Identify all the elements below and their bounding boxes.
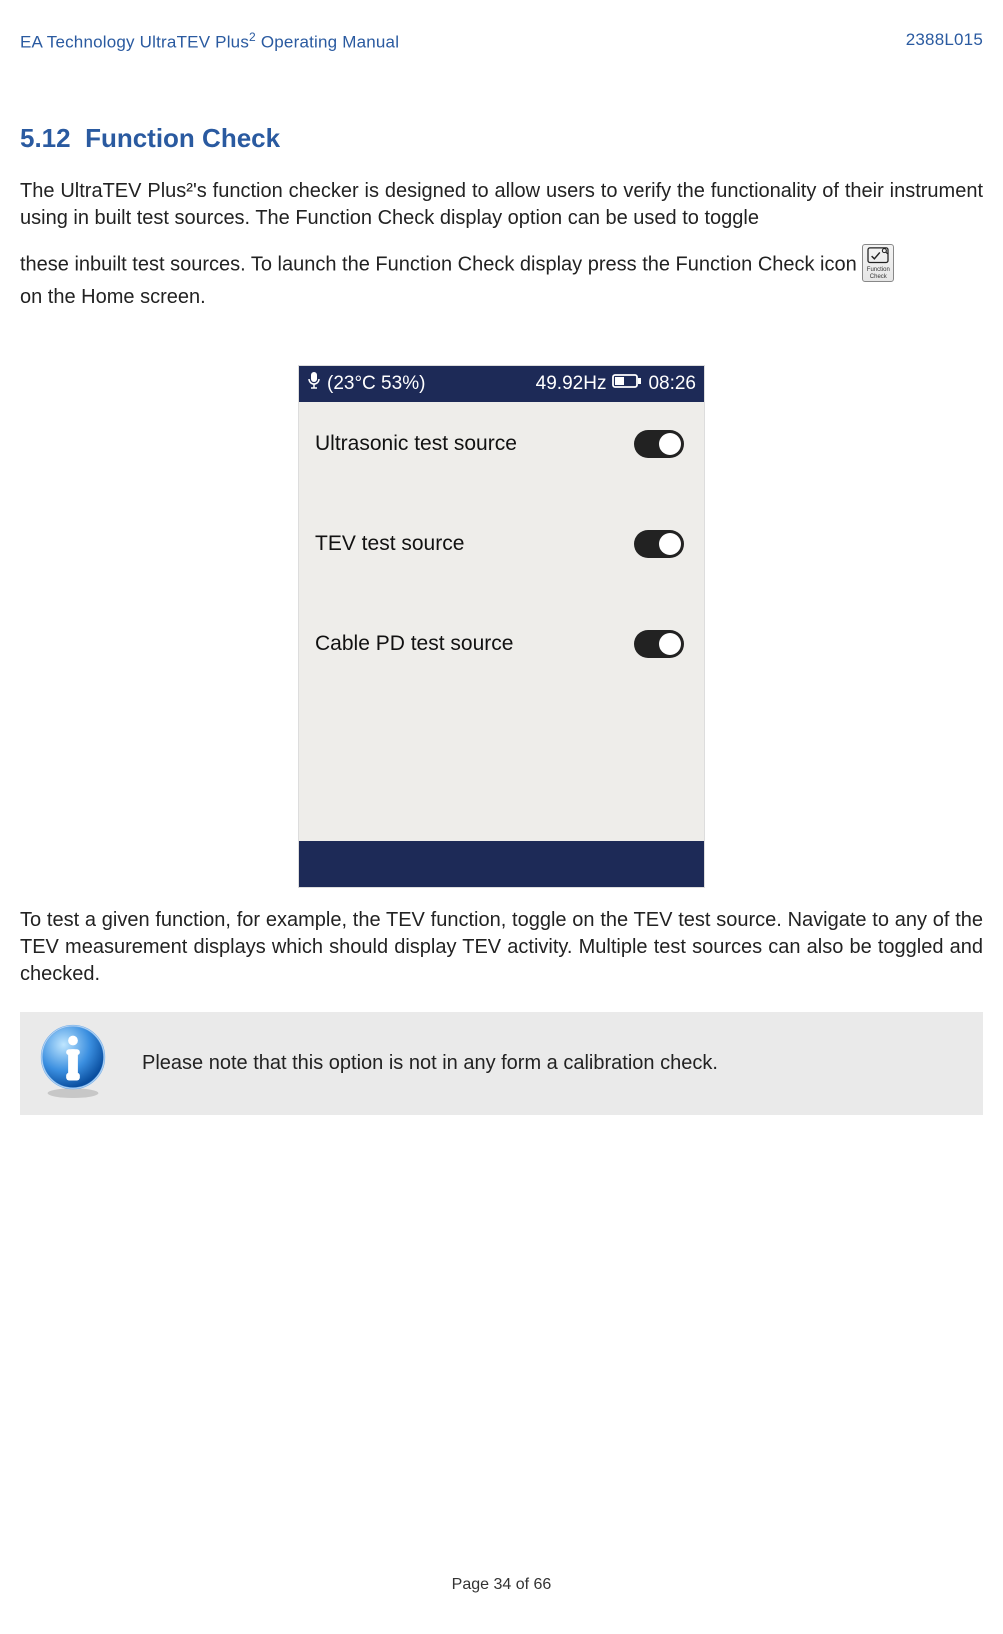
note-box: Please note that this option is not in a…: [20, 1012, 983, 1115]
page-footer: Page 34 of 66: [0, 1576, 1003, 1594]
battery-icon: [612, 373, 642, 395]
function-check-icon: FunctionCheck: [862, 244, 894, 282]
device-body: Ultrasonic test source TEV test source C…: [299, 402, 704, 841]
paragraph-1b-tail: on the Home screen.: [20, 286, 206, 308]
header-sup: 2: [249, 30, 256, 44]
section-heading: 5.12 Function Check: [20, 123, 983, 154]
row-ultrasonic-label: Ultrasonic test source: [315, 432, 517, 456]
header-left: EA Technology UltraTEV Plus2 Operating M…: [20, 30, 399, 53]
info-icon: [34, 1022, 112, 1105]
paragraph-1b: these inbuilt test sources. To launch th…: [20, 246, 983, 311]
page-header: EA Technology UltraTEV Plus2 Operating M…: [20, 30, 983, 53]
paragraph-1a: The UltraTEV Plus²'s function checker is…: [20, 178, 983, 232]
header-subtitle: Operating Manual: [256, 33, 399, 52]
mic-icon: [307, 371, 321, 397]
header-product: EA Technology UltraTEV Plus: [20, 33, 249, 52]
row-ultrasonic: Ultrasonic test source: [299, 406, 704, 482]
device-statusbar: (23°C 53%) 49.92Hz 08:26: [299, 366, 704, 402]
row-tev-label: TEV test source: [315, 532, 464, 556]
row-tev: TEV test source: [299, 506, 704, 582]
row-cablepd-label: Cable PD test source: [315, 632, 513, 656]
note-text: Please note that this option is not in a…: [142, 1052, 969, 1075]
toggle-tev[interactable]: [634, 530, 684, 558]
row-cablepd: Cable PD test source: [299, 606, 704, 682]
device-bottombar: [299, 841, 704, 887]
section-number: 5.12: [20, 123, 71, 153]
paragraph-2: To test a given function, for example, t…: [20, 907, 983, 988]
device-screenshot: (23°C 53%) 49.92Hz 08:26: [299, 366, 704, 887]
statusbar-frequency: 49.92Hz: [536, 373, 607, 395]
toggle-ultrasonic[interactable]: [634, 430, 684, 458]
statusbar-temp-percent: (23°C 53%): [327, 373, 425, 395]
header-right: 2388L015: [906, 30, 983, 53]
paragraph-1b-text: these inbuilt test sources. To launch th…: [20, 253, 857, 275]
section-title: Function Check: [85, 123, 280, 153]
statusbar-time: 08:26: [648, 373, 696, 395]
toggle-cablepd[interactable]: [634, 630, 684, 658]
